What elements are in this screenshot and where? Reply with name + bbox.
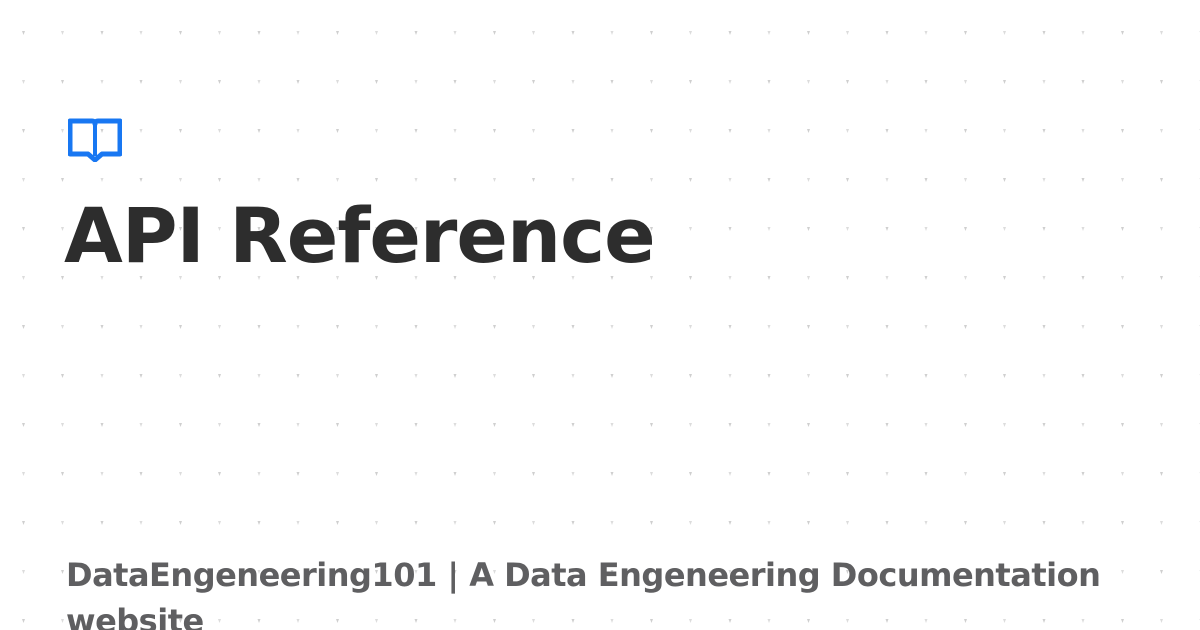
site-name: DataEngeneering101 | A Data Engeneering … <box>66 556 1101 630</box>
open-book-icon <box>68 118 122 162</box>
social-card: API Reference DataEngeneering101 | A Dat… <box>0 0 1200 630</box>
page-title: API Reference <box>64 191 656 280</box>
dot-pattern-background <box>0 0 1200 630</box>
